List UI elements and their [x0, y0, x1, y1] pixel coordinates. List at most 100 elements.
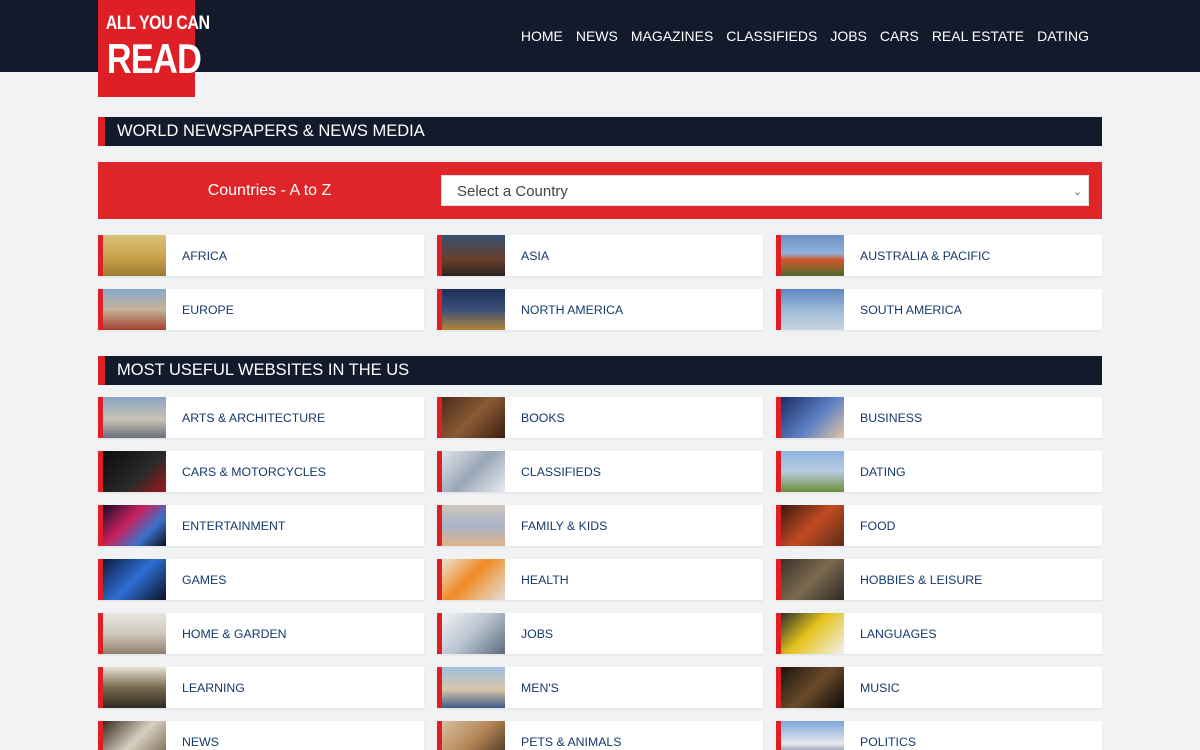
card-learning[interactable]: LEARNING: [98, 667, 424, 708]
card-label: MEN'S: [521, 681, 559, 695]
thumbnail-image: [781, 451, 844, 492]
card-label: FAMILY & KIDS: [521, 519, 608, 533]
card-entertainment[interactable]: ENTERTAINMENT: [98, 505, 424, 546]
thumbnail-image: [103, 559, 166, 600]
thumbnail-image: [103, 451, 166, 492]
card-label: ENTERTAINMENT: [182, 519, 286, 533]
thumbnail-image: [103, 613, 166, 654]
card-arts-and-architecture[interactable]: ARTS & ARCHITECTURE: [98, 397, 424, 438]
card-cars-and-motorcycles[interactable]: CARS & MOTORCYCLES: [98, 451, 424, 492]
card-south-america[interactable]: SOUTH AMERICA: [776, 289, 1102, 330]
thumbnail-image: [103, 235, 166, 276]
thumbnail-image: [442, 289, 505, 330]
thumbnail-image: [103, 505, 166, 546]
card-label: HOME & GARDEN: [182, 627, 287, 641]
country-selector-bar: Countries - A to Z Select a Country ⌄: [98, 162, 1102, 219]
card-pets-and-animals[interactable]: PETS & ANIMALS: [437, 721, 763, 750]
card-label: JOBS: [521, 627, 554, 641]
thumbnail-image: [781, 721, 844, 750]
thumbnail-image: [781, 613, 844, 654]
thumbnail-image: [103, 289, 166, 330]
section-title: MOST USEFUL WEBSITES IN THE US: [117, 361, 410, 379]
card-dating[interactable]: DATING: [776, 451, 1102, 492]
card-label: POLITICS: [860, 735, 917, 749]
card-label: AFRICA: [182, 249, 228, 263]
thumbnail-image: [781, 289, 844, 330]
site-logo[interactable]: ALL YOU CAN READ: [98, 0, 210, 97]
card-label: CARS & MOTORCYCLES: [182, 465, 326, 479]
card-asia[interactable]: ASIA: [437, 235, 763, 276]
thumbnail-image: [442, 235, 505, 276]
thumbnail-image: [781, 667, 844, 708]
card-africa[interactable]: AFRICA: [98, 235, 424, 276]
card-label: CLASSIFIEDS: [521, 465, 601, 479]
nav-classifieds[interactable]: CLASSIFIEDS: [726, 27, 817, 45]
card-label: HOBBIES & LEISURE: [860, 573, 983, 587]
section-heading-world: WORLD NEWSPAPERS & NEWS MEDIA: [98, 117, 1102, 146]
thumbnail-image: [442, 721, 505, 750]
card-food[interactable]: FOOD: [776, 505, 1102, 546]
country-select[interactable]: Select a Country ⌄: [441, 175, 1089, 206]
card-men-s[interactable]: MEN'S: [437, 667, 763, 708]
nav-news[interactable]: NEWS: [576, 27, 618, 45]
countries-label: Countries - A to Z: [207, 182, 332, 199]
nav-jobs[interactable]: JOBS: [830, 27, 867, 45]
card-label: HEALTH: [521, 573, 569, 587]
card-label: ARTS & ARCHITECTURE: [182, 411, 326, 425]
thumbnail-image: [781, 235, 844, 276]
nav-home[interactable]: HOME: [521, 27, 563, 45]
card-hobbies-and-leisure[interactable]: HOBBIES & LEISURE: [776, 559, 1102, 600]
card-label: ASIA: [521, 249, 550, 263]
card-music[interactable]: MUSIC: [776, 667, 1102, 708]
thumbnail-image: [103, 667, 166, 708]
card-classifieds[interactable]: CLASSIFIEDS: [437, 451, 763, 492]
card-games[interactable]: GAMES: [98, 559, 424, 600]
card-news[interactable]: NEWS: [98, 721, 424, 750]
card-label: GAMES: [182, 573, 227, 587]
nav-magazines[interactable]: MAGAZINES: [631, 27, 713, 45]
section-heading-us: MOST USEFUL WEBSITES IN THE US: [98, 356, 1102, 385]
nav-real-estate[interactable]: REAL ESTATE: [932, 27, 1024, 45]
card-business[interactable]: BUSINESS: [776, 397, 1102, 438]
thumbnail-image: [781, 505, 844, 546]
card-label: BUSINESS: [860, 411, 923, 425]
logo-line-2: READ: [106, 35, 202, 82]
nav-dating[interactable]: DATING: [1037, 27, 1089, 45]
chevron-down-icon: ⌄: [1072, 185, 1082, 198]
thumbnail-image: [442, 397, 505, 438]
card-jobs[interactable]: JOBS: [437, 613, 763, 654]
card-label: DATING: [860, 465, 906, 479]
card-label: LANGUAGES: [860, 627, 937, 641]
thumbnail-image: [103, 397, 166, 438]
card-family-and-kids[interactable]: FAMILY & KIDS: [437, 505, 763, 546]
card-europe[interactable]: EUROPE: [98, 289, 424, 330]
thumbnail-image: [103, 721, 166, 750]
card-label: NEWS: [182, 735, 219, 749]
card-label: AUSTRALIA & PACIFIC: [860, 249, 991, 263]
card-label: MUSIC: [860, 681, 900, 695]
thumbnail-image: [442, 559, 505, 600]
nav-cars[interactable]: CARS: [880, 27, 919, 45]
card-books[interactable]: BOOKS: [437, 397, 763, 438]
section-title: WORLD NEWSPAPERS & NEWS MEDIA: [117, 122, 425, 140]
card-label: FOOD: [860, 519, 896, 533]
card-north-america[interactable]: NORTH AMERICA: [437, 289, 763, 330]
thumbnail-image: [442, 505, 505, 546]
thumbnail-image: [442, 451, 505, 492]
card-label: PETS & ANIMALS: [521, 735, 622, 749]
thumbnail-image: [781, 397, 844, 438]
card-label: EUROPE: [182, 303, 234, 317]
card-label: BOOKS: [521, 411, 565, 425]
card-australia-and-pacific[interactable]: AUSTRALIA & PACIFIC: [776, 235, 1102, 276]
card-politics[interactable]: POLITICS: [776, 721, 1102, 750]
thumbnail-image: [442, 667, 505, 708]
country-select-value: Select a Country: [457, 183, 568, 200]
main-nav: HOME NEWS MAGAZINES CLASSIFIEDS JOBS CAR…: [521, 27, 1089, 45]
card-languages[interactable]: LANGUAGES: [776, 613, 1102, 654]
card-label: NORTH AMERICA: [521, 303, 624, 317]
thumbnail-image: [442, 613, 505, 654]
logo-line-1: ALL YOU CAN: [105, 13, 210, 34]
card-label: SOUTH AMERICA: [860, 303, 962, 317]
card-home-and-garden[interactable]: HOME & GARDEN: [98, 613, 424, 654]
card-health[interactable]: HEALTH: [437, 559, 763, 600]
